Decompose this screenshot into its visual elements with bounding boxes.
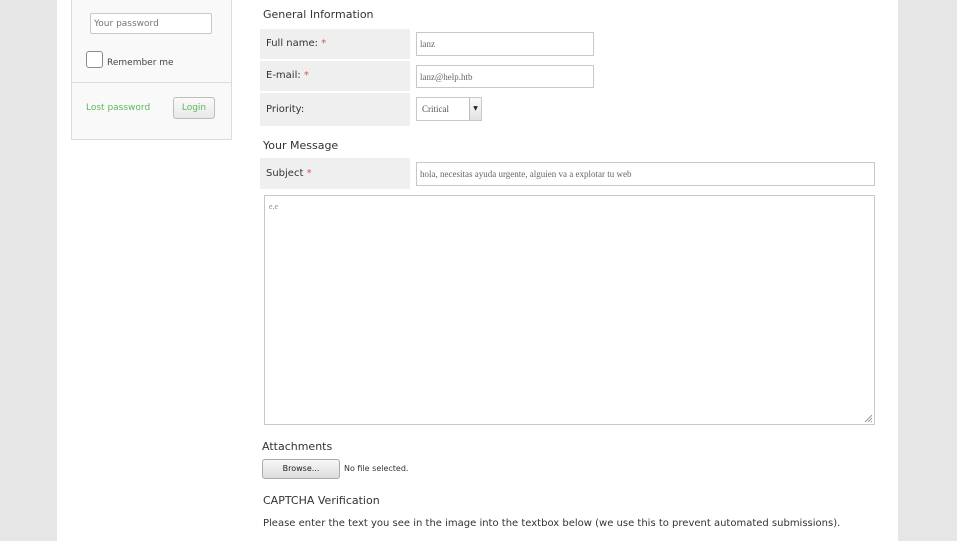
priority-label: Priority: <box>266 104 305 115</box>
priority-selected-value: Critical <box>422 104 449 114</box>
email-row-label: E-mail: * <box>260 61 410 91</box>
chevron-down-icon[interactable]: ▼ <box>469 98 481 120</box>
divider <box>72 82 231 83</box>
priority-select[interactable]: Critical ▼ <box>416 97 482 121</box>
attachments-heading: Attachments <box>262 440 333 453</box>
general-information-heading: General Information <box>263 8 374 21</box>
subject-row-label: Subject * <box>260 158 410 189</box>
subject-label: Subject <box>266 168 304 179</box>
subject-field[interactable] <box>416 162 875 186</box>
browse-button[interactable]: Browse... <box>262 459 340 479</box>
fullname-row-label: Full name: * <box>260 29 410 59</box>
login-button[interactable]: Login <box>173 97 215 119</box>
remember-me-checkbox[interactable] <box>86 51 103 68</box>
email-field[interactable] <box>416 65 594 88</box>
captcha-instructions: Please enter the text you see in the ima… <box>263 518 841 529</box>
email-label: E-mail: <box>266 70 301 81</box>
message-textarea[interactable]: e.e <box>264 195 875 425</box>
remember-me-label: Remember me <box>107 58 174 68</box>
required-mark: * <box>321 38 327 49</box>
login-panel: Remember me Lost password Login <box>71 0 232 140</box>
lost-password-link[interactable]: Lost password <box>86 103 150 113</box>
fullname-field[interactable] <box>416 32 594 56</box>
password-input[interactable] <box>90 13 212 34</box>
priority-row-label: Priority: <box>260 93 410 126</box>
required-mark: * <box>306 168 312 179</box>
your-message-heading: Your Message <box>263 139 339 152</box>
fullname-label: Full name: <box>266 38 319 49</box>
resize-grip-icon[interactable] <box>863 413 873 423</box>
required-mark: * <box>303 70 309 81</box>
file-status-text: No file selected. <box>344 464 409 473</box>
captcha-heading: CAPTCHA Verification <box>263 494 380 507</box>
